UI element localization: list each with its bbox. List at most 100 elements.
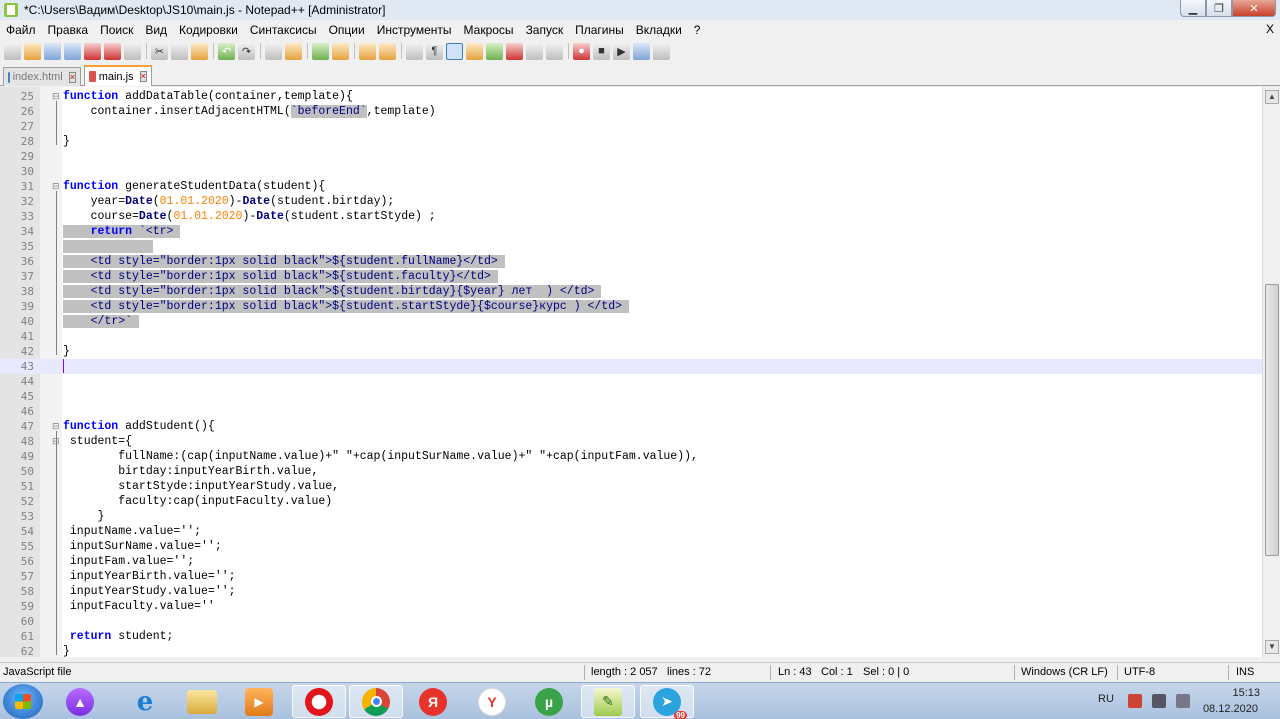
paste-icon[interactable] [191, 42, 208, 60]
taskbar-telegram[interactable]: ➤ 99 [640, 685, 694, 719]
new-file-icon[interactable] [4, 42, 21, 60]
fold-minus-icon[interactable]: ⊟ [52, 436, 60, 447]
play-macro-icon[interactable]: ▶ [613, 42, 630, 60]
sync-horizontal-icon[interactable] [379, 42, 396, 60]
menu-view[interactable]: Вид [139, 23, 173, 37]
code-line[interactable]: 47 function addStudent(){ [0, 419, 1262, 434]
code-line[interactable]: 43 [0, 359, 1262, 374]
code-line[interactable]: 42} [0, 344, 1262, 359]
close-file-icon[interactable] [84, 42, 101, 60]
code-line[interactable]: 62} [0, 644, 1262, 657]
code-line[interactable]: 49 fullName:(cap(inputName.value)+" "+ca… [0, 449, 1262, 464]
taskbar-yandex[interactable]: Y [465, 685, 519, 718]
menu-file[interactable]: Файл [0, 23, 42, 37]
code-line[interactable]: 27 [0, 119, 1262, 134]
save-macro-icon[interactable] [653, 42, 670, 60]
code-line[interactable]: 33 course=Date(01.01.2020)-Date(student.… [0, 209, 1262, 224]
menu-edit[interactable]: Правка [42, 23, 95, 37]
record-macro-icon[interactable]: ● [573, 42, 590, 60]
menu-search[interactable]: Поиск [94, 23, 139, 37]
code-line[interactable]: 50 birtday:inputYearBirth.value, [0, 464, 1262, 479]
code-line[interactable]: 56 inputFam.value=''; [0, 554, 1262, 569]
show-all-chars-icon[interactable]: ¶ [426, 42, 443, 60]
replace-icon[interactable] [285, 42, 302, 60]
menu-tools[interactable]: Инструменты [371, 23, 458, 37]
word-wrap-icon[interactable] [406, 42, 423, 60]
code-line[interactable]: 34 return `<tr> [0, 224, 1262, 239]
code-line[interactable]: 32 year=Date(01.01.2020)-Date(student.bi… [0, 194, 1262, 209]
code-line[interactable]: 52 faculty:cap(inputFaculty.value) [0, 494, 1262, 509]
code-line[interactable]: 44 [0, 374, 1262, 389]
taskbar-chrome[interactable] [349, 685, 403, 718]
code-line[interactable]: 35 [0, 239, 1262, 254]
code-line[interactable]: 25 function addDataTable(container,templa… [0, 89, 1262, 104]
maximize-button[interactable]: ❐ [1206, 0, 1232, 17]
taskbar-utorrent[interactable]: µ [522, 685, 576, 718]
close-tab-icon[interactable]: × [68, 71, 76, 83]
code-line[interactable]: 46 [0, 404, 1262, 419]
code-line[interactable]: 37 <td style="border:1px solid black">${… [0, 269, 1262, 284]
close-all-icon[interactable] [104, 42, 121, 60]
monitoring-icon[interactable] [546, 42, 563, 60]
code-line[interactable]: 57 inputYearBirth.value=''; [0, 569, 1262, 584]
taskbar-explorer[interactable] [175, 685, 229, 718]
code-line[interactable]: 29 [0, 149, 1262, 164]
menu-run[interactable]: Запуск [520, 23, 570, 37]
language-indicator[interactable]: RU [1098, 693, 1114, 705]
redo-icon[interactable]: ↷ [238, 42, 255, 60]
minimize-button[interactable]: ▁ [1180, 0, 1206, 17]
taskbar-yandex-browser[interactable]: Я [406, 685, 460, 718]
clock-time[interactable]: 15:13 [1232, 687, 1260, 699]
menu-settings[interactable]: Опции [323, 23, 371, 37]
user-lang-icon[interactable] [466, 42, 483, 60]
menu-macro[interactable]: Макросы [458, 23, 520, 37]
print-icon[interactable] [124, 42, 141, 60]
scroll-up-arrow[interactable]: ▲ [1265, 90, 1279, 104]
code-line[interactable]: 28} [0, 134, 1262, 149]
code-line[interactable]: 60 [0, 614, 1262, 629]
code-line[interactable]: 40 </tr>` [0, 314, 1262, 329]
code-line[interactable]: 53 } [0, 509, 1262, 524]
code-editor[interactable]: 25 function addDataTable(container,templa… [0, 87, 1262, 657]
open-file-icon[interactable] [24, 42, 41, 60]
doc-map-icon[interactable] [486, 42, 503, 60]
status-encoding[interactable]: UTF-8 [1124, 666, 1155, 678]
network-icon[interactable] [1152, 694, 1166, 708]
tab-main-js[interactable]: main.js × [84, 65, 152, 86]
taskbar-media-player[interactable]: ▶ [232, 685, 286, 718]
code-line[interactable]: 26 container.insertAdjacentHTML(`beforeE… [0, 104, 1262, 119]
tab-index-html[interactable]: index.html × [3, 67, 81, 86]
code-line[interactable]: 36 <td style="border:1px solid black">${… [0, 254, 1262, 269]
code-line[interactable]: 61 return student; [0, 629, 1262, 644]
close-document-button[interactable]: X [1266, 22, 1274, 36]
zoom-in-icon[interactable] [312, 42, 329, 60]
code-line[interactable]: 30 [0, 164, 1262, 179]
start-button[interactable] [3, 684, 43, 719]
menu-window[interactable]: Вкладки [630, 23, 688, 37]
code-line[interactable]: 58 inputYearStudy.value=''; [0, 584, 1262, 599]
undo-icon[interactable]: ↶ [218, 42, 235, 60]
close-button[interactable]: ✕ [1232, 0, 1276, 17]
volume-icon[interactable] [1176, 694, 1190, 708]
code-line[interactable]: 41 [0, 329, 1262, 344]
save-icon[interactable] [44, 42, 61, 60]
save-all-icon[interactable] [64, 42, 81, 60]
flag-icon[interactable] [1128, 694, 1142, 708]
menu-help[interactable]: ? [688, 23, 707, 37]
menu-language[interactable]: Синтаксисы [244, 23, 323, 37]
code-line[interactable]: 31 function generateStudentData(student){ [0, 179, 1262, 194]
close-tab-icon[interactable]: × [139, 71, 147, 82]
menu-plugins[interactable]: Плагины [569, 23, 630, 37]
code-line[interactable]: 38 <td style="border:1px solid black">${… [0, 284, 1262, 299]
find-icon[interactable] [265, 42, 282, 60]
cut-icon[interactable]: ✂ [151, 42, 168, 60]
taskbar-alice[interactable]: ▲ [53, 685, 107, 718]
clock-date[interactable]: 08.12.2020 [1203, 703, 1258, 715]
code-line[interactable]: 48 student={ [0, 434, 1262, 449]
vertical-scrollbar[interactable]: ▲ ▼ [1262, 87, 1280, 657]
code-line[interactable]: 54 inputName.value=''; [0, 524, 1262, 539]
code-line[interactable]: 45 [0, 389, 1262, 404]
copy-icon[interactable] [171, 42, 188, 60]
code-line[interactable]: 51 startStyde:inputYearStudy.value, [0, 479, 1262, 494]
menu-encoding[interactable]: Кодировки [173, 23, 244, 37]
